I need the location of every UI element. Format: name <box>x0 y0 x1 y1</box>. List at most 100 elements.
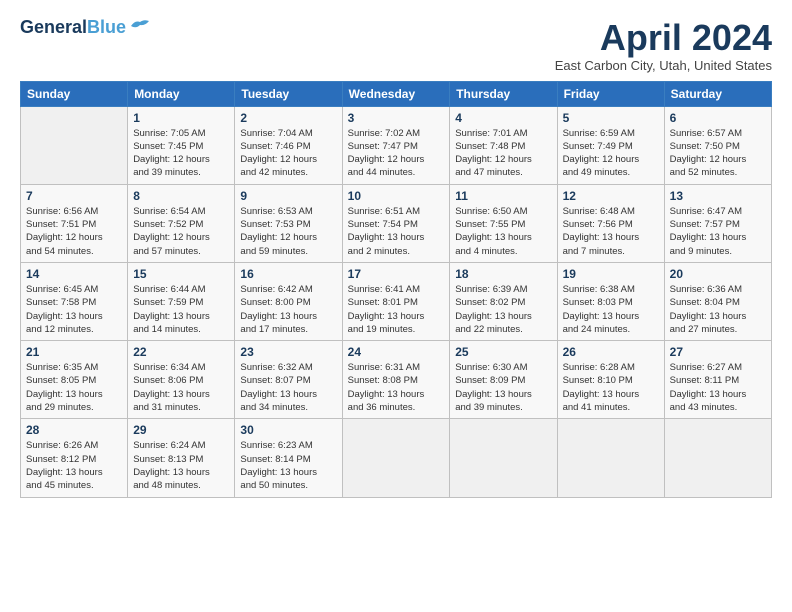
day-info: Sunrise: 6:57 AMSunset: 7:50 PMDaylight:… <box>670 127 766 180</box>
day-number: 9 <box>240 189 336 203</box>
day-number: 22 <box>133 345 229 359</box>
calendar-cell: 30 Sunrise: 6:23 AMSunset: 8:14 PMDayligh… <box>235 419 342 497</box>
day-info: Sunrise: 6:47 AMSunset: 7:57 PMDaylight:… <box>670 205 766 258</box>
day-info: Sunrise: 6:50 AMSunset: 7:55 PMDaylight:… <box>455 205 551 258</box>
day-number: 8 <box>133 189 229 203</box>
calendar-cell: 6 Sunrise: 6:57 AMSunset: 7:50 PMDaylight… <box>664 106 771 184</box>
calendar-cell: 3 Sunrise: 7:02 AMSunset: 7:47 PMDaylight… <box>342 106 450 184</box>
day-info: Sunrise: 7:05 AMSunset: 7:45 PMDaylight:… <box>133 127 229 180</box>
day-number: 2 <box>240 111 336 125</box>
day-info: Sunrise: 6:54 AMSunset: 7:52 PMDaylight:… <box>133 205 229 258</box>
day-number: 14 <box>26 267 122 281</box>
calendar-cell: 7 Sunrise: 6:56 AMSunset: 7:51 PMDaylight… <box>21 184 128 262</box>
col-thursday: Thursday <box>450 81 557 106</box>
calendar-table: Sunday Monday Tuesday Wednesday Thursday… <box>20 81 772 498</box>
calendar-cell: 8 Sunrise: 6:54 AMSunset: 7:52 PMDaylight… <box>128 184 235 262</box>
day-number: 7 <box>26 189 122 203</box>
day-info: Sunrise: 6:36 AMSunset: 8:04 PMDaylight:… <box>670 283 766 336</box>
day-number: 27 <box>670 345 766 359</box>
day-number: 23 <box>240 345 336 359</box>
col-sunday: Sunday <box>21 81 128 106</box>
title-block: April 2024 East Carbon City, Utah, Unite… <box>555 18 772 73</box>
logo-bird-icon <box>129 18 151 34</box>
day-info: Sunrise: 6:32 AMSunset: 8:07 PMDaylight:… <box>240 361 336 414</box>
col-friday: Friday <box>557 81 664 106</box>
day-info: Sunrise: 6:59 AMSunset: 7:49 PMDaylight:… <box>563 127 659 180</box>
calendar-cell: 16 Sunrise: 6:42 AMSunset: 8:00 PMDayligh… <box>235 262 342 340</box>
calendar-cell: 12Sunrise: 6:48 AMSunset: 7:56 PMDayligh… <box>557 184 664 262</box>
day-info: Sunrise: 6:39 AMSunset: 8:02 PMDaylight:… <box>455 283 551 336</box>
day-number: 19 <box>563 267 659 281</box>
calendar-cell: 24 Sunrise: 6:31 AMSunset: 8:08 PMDayligh… <box>342 341 450 419</box>
day-info: Sunrise: 6:24 AMSunset: 8:13 PMDaylight:… <box>133 439 229 492</box>
day-number: 20 <box>670 267 766 281</box>
day-info: Sunrise: 6:41 AMSunset: 8:01 PMDaylight:… <box>348 283 445 336</box>
day-number: 10 <box>348 189 445 203</box>
day-number: 6 <box>670 111 766 125</box>
calendar-cell: 13 Sunrise: 6:47 AMSunset: 7:57 PMDayligh… <box>664 184 771 262</box>
day-number: 30 <box>240 423 336 437</box>
day-number: 11 <box>455 189 551 203</box>
calendar-week-row: 28 Sunrise: 6:26 AMSunset: 8:12 PMDayligh… <box>21 419 772 497</box>
calendar-week-row: 7 Sunrise: 6:56 AMSunset: 7:51 PMDaylight… <box>21 184 772 262</box>
day-number: 1 <box>133 111 229 125</box>
calendar-cell: 10Sunrise: 6:51 AMSunset: 7:54 PMDayligh… <box>342 184 450 262</box>
col-monday: Monday <box>128 81 235 106</box>
day-info: Sunrise: 6:28 AMSunset: 8:10 PMDaylight:… <box>563 361 659 414</box>
day-number: 24 <box>348 345 445 359</box>
calendar-cell <box>342 419 450 497</box>
day-info: Sunrise: 6:53 AMSunset: 7:53 PMDaylight:… <box>240 205 336 258</box>
calendar-cell: 27 Sunrise: 6:27 AMSunset: 8:11 PMDayligh… <box>664 341 771 419</box>
day-info: Sunrise: 6:23 AMSunset: 8:14 PMDaylight:… <box>240 439 336 492</box>
day-number: 16 <box>240 267 336 281</box>
calendar-cell: 14 Sunrise: 6:45 AMSunset: 7:58 PMDayligh… <box>21 262 128 340</box>
day-info: Sunrise: 6:42 AMSunset: 8:00 PMDaylight:… <box>240 283 336 336</box>
day-info: Sunrise: 6:56 AMSunset: 7:51 PMDaylight:… <box>26 205 122 258</box>
calendar-cell <box>450 419 557 497</box>
day-info: Sunrise: 6:31 AMSunset: 8:08 PMDaylight:… <box>348 361 445 414</box>
calendar-cell <box>21 106 128 184</box>
day-number: 28 <box>26 423 122 437</box>
calendar-cell: 15Sunrise: 6:44 AMSunset: 7:59 PMDayligh… <box>128 262 235 340</box>
day-number: 13 <box>670 189 766 203</box>
col-wednesday: Wednesday <box>342 81 450 106</box>
day-number: 12 <box>563 189 659 203</box>
calendar-cell: 18Sunrise: 6:39 AMSunset: 8:02 PMDayligh… <box>450 262 557 340</box>
day-info: Sunrise: 7:04 AMSunset: 7:46 PMDaylight:… <box>240 127 336 180</box>
day-number: 21 <box>26 345 122 359</box>
calendar-cell <box>557 419 664 497</box>
calendar-week-row: 14 Sunrise: 6:45 AMSunset: 7:58 PMDayligh… <box>21 262 772 340</box>
calendar-cell: 20 Sunrise: 6:36 AMSunset: 8:04 PMDayligh… <box>664 262 771 340</box>
day-number: 5 <box>563 111 659 125</box>
day-info: Sunrise: 6:38 AMSunset: 8:03 PMDaylight:… <box>563 283 659 336</box>
calendar-cell: 21Sunrise: 6:35 AMSunset: 8:05 PMDayligh… <box>21 341 128 419</box>
logo: GeneralBlue <box>20 18 151 38</box>
day-number: 26 <box>563 345 659 359</box>
day-number: 4 <box>455 111 551 125</box>
calendar-cell: 23 Sunrise: 6:32 AMSunset: 8:07 PMDayligh… <box>235 341 342 419</box>
logo-text: GeneralBlue <box>20 18 126 38</box>
day-number: 17 <box>348 267 445 281</box>
day-info: Sunrise: 6:26 AMSunset: 8:12 PMDaylight:… <box>26 439 122 492</box>
day-info: Sunrise: 7:02 AMSunset: 7:47 PMDaylight:… <box>348 127 445 180</box>
day-info: Sunrise: 6:27 AMSunset: 8:11 PMDaylight:… <box>670 361 766 414</box>
calendar-cell: 25Sunrise: 6:30 AMSunset: 8:09 PMDayligh… <box>450 341 557 419</box>
subtitle: East Carbon City, Utah, United States <box>555 58 772 73</box>
calendar-cell: 19 Sunrise: 6:38 AMSunset: 8:03 PMDayligh… <box>557 262 664 340</box>
calendar-cell: 26 Sunrise: 6:28 AMSunset: 8:10 PMDayligh… <box>557 341 664 419</box>
day-number: 3 <box>348 111 445 125</box>
day-info: Sunrise: 6:45 AMSunset: 7:58 PMDaylight:… <box>26 283 122 336</box>
calendar-cell: 11 Sunrise: 6:50 AMSunset: 7:55 PMDayligh… <box>450 184 557 262</box>
page: GeneralBlue April 2024 East Carbon City,… <box>0 0 792 612</box>
calendar-cell: 1 Sunrise: 7:05 AMSunset: 7:45 PMDaylight… <box>128 106 235 184</box>
calendar-cell: 9 Sunrise: 6:53 AMSunset: 7:53 PMDaylight… <box>235 184 342 262</box>
calendar-header-row: Sunday Monday Tuesday Wednesday Thursday… <box>21 81 772 106</box>
calendar-cell: 4Sunrise: 7:01 AMSunset: 7:48 PMDaylight… <box>450 106 557 184</box>
calendar-cell: 17 Sunrise: 6:41 AMSunset: 8:01 PMDayligh… <box>342 262 450 340</box>
calendar-cell: 22Sunrise: 6:34 AMSunset: 8:06 PMDayligh… <box>128 341 235 419</box>
day-number: 15 <box>133 267 229 281</box>
calendar-week-row: 21Sunrise: 6:35 AMSunset: 8:05 PMDayligh… <box>21 341 772 419</box>
calendar-cell: 29Sunrise: 6:24 AMSunset: 8:13 PMDayligh… <box>128 419 235 497</box>
calendar-cell: 2 Sunrise: 7:04 AMSunset: 7:46 PMDaylight… <box>235 106 342 184</box>
col-tuesday: Tuesday <box>235 81 342 106</box>
